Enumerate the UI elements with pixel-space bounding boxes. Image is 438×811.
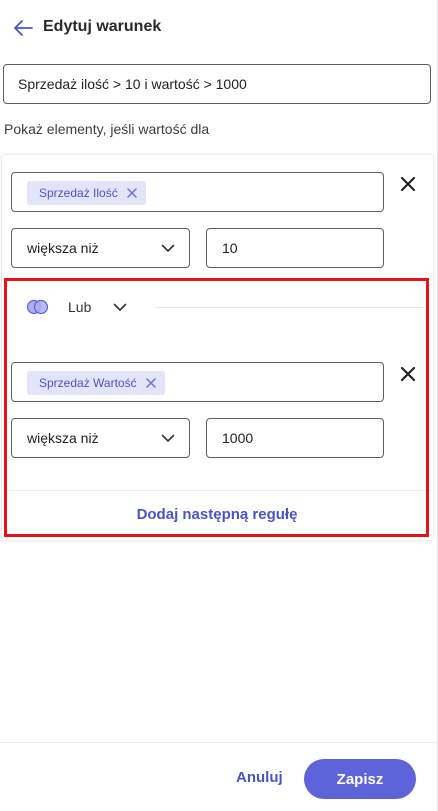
add-rule-button[interactable]: Dodaj następną regułę	[0, 506, 434, 523]
chevron-down-icon	[161, 434, 175, 443]
rule-2-value-input[interactable]: 1000	[206, 418, 384, 458]
rule-2-field-select[interactable]: Sprzedaż Wartość	[11, 362, 384, 402]
condition-name-input[interactable]: Sprzedaż ilość > 10 i wartość > 1000	[3, 64, 431, 104]
cancel-button[interactable]: Anuluj	[236, 769, 283, 786]
logic-operator-select[interactable]: Lub	[26, 297, 127, 317]
rule-1-field-chip: Sprzedaż Ilość	[27, 181, 146, 205]
rule-1-remove-icon[interactable]	[399, 175, 417, 193]
rules-card	[2, 155, 433, 540]
rule-1-operator-select[interactable]: większa niż	[11, 228, 190, 268]
chip-remove-icon[interactable]	[145, 377, 157, 389]
rule-2-operator-select[interactable]: większa niż	[11, 418, 190, 458]
chevron-down-icon	[113, 303, 127, 312]
venn-circles-icon	[26, 299, 49, 315]
rule-1-field-select[interactable]: Sprzedaż Ilość	[11, 172, 384, 212]
footer-divider	[0, 742, 438, 743]
rule-2-field-chip-label: Sprzedaż Wartość	[39, 376, 137, 390]
rule-1-value: 10	[222, 240, 238, 256]
rule-2-remove-icon[interactable]	[399, 365, 417, 383]
rule-1-value-input[interactable]: 10	[206, 228, 384, 268]
rule-2-field-chip: Sprzedaż Wartość	[27, 371, 165, 395]
chevron-down-icon	[161, 244, 175, 253]
header: Edytuj warunek	[0, 0, 438, 56]
subtitle: Pokaż elementy, jeśli wartość dla	[4, 121, 210, 137]
rule-1-field-chip-label: Sprzedaż Ilość	[39, 186, 118, 200]
logic-operator-label: Lub	[68, 299, 92, 315]
rule-2-operator-label: większa niż	[27, 430, 99, 446]
divider	[4, 490, 431, 491]
page-title: Edytuj warunek	[43, 18, 162, 35]
chip-remove-icon[interactable]	[126, 187, 138, 199]
divider	[155, 307, 423, 308]
condition-name-value: Sprzedaż ilość > 10 i wartość > 1000	[18, 76, 247, 92]
rule-2-value: 1000	[222, 430, 254, 446]
arrow-left-icon[interactable]	[12, 17, 34, 39]
save-button[interactable]: Zapisz	[304, 759, 416, 799]
rule-1-operator-label: większa niż	[27, 240, 99, 256]
